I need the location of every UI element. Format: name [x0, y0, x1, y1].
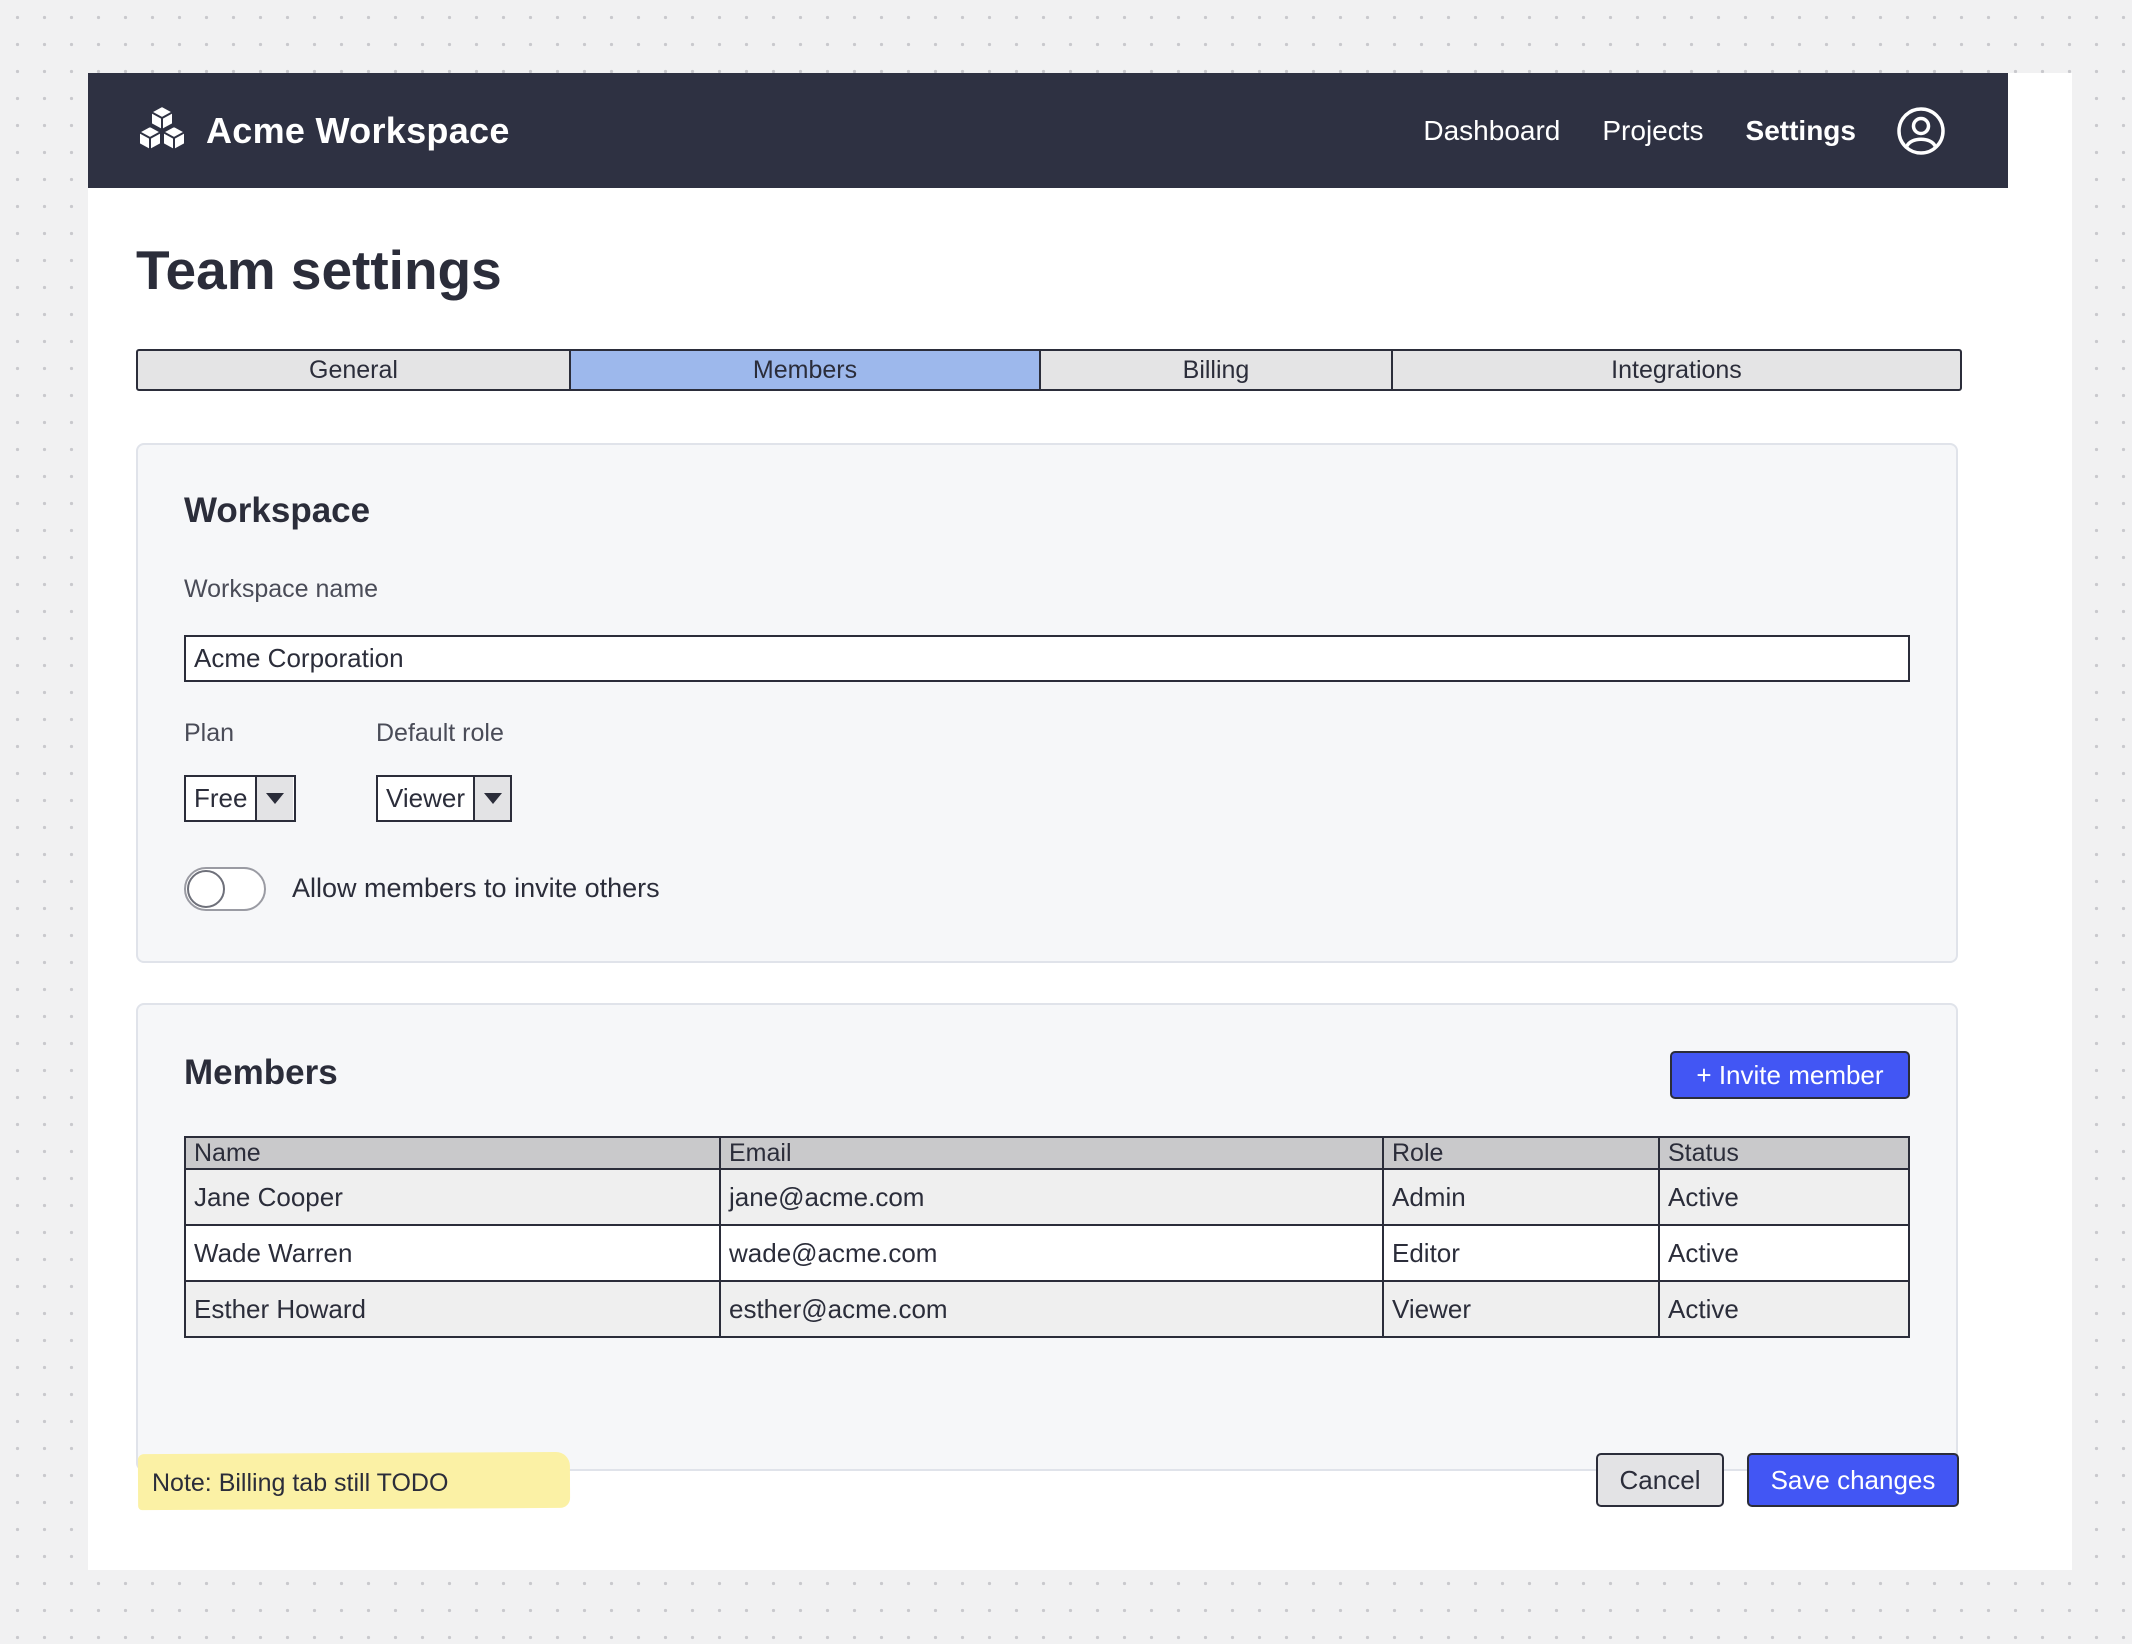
- nav-dashboard[interactable]: Dashboard: [1423, 115, 1560, 147]
- default-role-select-value: Viewer: [386, 783, 466, 813]
- todo-note: Note: Billing tab still TODO: [152, 1469, 449, 1497]
- member-status: Active: [1658, 1280, 1910, 1338]
- member-email: wade@acme.com: [719, 1224, 1384, 1282]
- column-header-email[interactable]: Email: [719, 1136, 1384, 1170]
- invite-others-label: Allow members to invite others: [292, 873, 660, 903]
- chevron-down-icon: [473, 777, 510, 820]
- column-header-role[interactable]: Role: [1382, 1136, 1660, 1170]
- nav-projects[interactable]: Projects: [1602, 115, 1703, 147]
- tab-general[interactable]: General: [138, 351, 571, 389]
- user-circle-icon[interactable]: [1896, 106, 1946, 156]
- member-status: Active: [1658, 1224, 1910, 1282]
- member-role: Editor: [1382, 1224, 1660, 1282]
- member-name: Wade Warren: [184, 1224, 721, 1282]
- cubes-icon: [136, 104, 206, 157]
- main-nav: Dashboard Projects Settings: [1381, 73, 1946, 188]
- plan-select[interactable]: Free: [184, 775, 296, 822]
- member-name: Esther Howard: [184, 1280, 721, 1338]
- tab-members[interactable]: Members: [571, 351, 1041, 389]
- invite-others-toggle[interactable]: [184, 867, 266, 911]
- default-role-select[interactable]: Viewer: [376, 775, 512, 822]
- members-table: Name Email Role Status Jane Cooper jane@…: [184, 1136, 1910, 1338]
- column-header-status[interactable]: Status: [1658, 1136, 1910, 1170]
- settings-tabs: General Members Billing Integrations: [136, 349, 1962, 391]
- chevron-down-icon: [255, 777, 294, 820]
- brand[interactable]: Acme Workspace: [136, 73, 510, 188]
- member-email: jane@acme.com: [719, 1168, 1384, 1226]
- save-changes-button[interactable]: Save changes: [1747, 1453, 1959, 1507]
- member-name: Jane Cooper: [184, 1168, 721, 1226]
- tab-integrations[interactable]: Integrations: [1393, 351, 1960, 389]
- member-email: esther@acme.com: [719, 1280, 1384, 1338]
- cancel-button[interactable]: Cancel: [1596, 1453, 1724, 1507]
- member-status: Active: [1658, 1168, 1910, 1226]
- plan-label: Plan: [184, 719, 235, 747]
- top-navbar: Acme Workspace Dashboard Projects Settin…: [88, 73, 2008, 188]
- brand-name: Acme Workspace: [206, 109, 510, 151]
- plan-select-value: Free: [194, 783, 248, 813]
- workspace-name-input[interactable]: [184, 635, 1910, 682]
- member-role: Admin: [1382, 1168, 1660, 1226]
- tab-billing[interactable]: Billing: [1041, 351, 1393, 389]
- members-panel: Members + Invite member Name Email Role …: [136, 1003, 1958, 1471]
- nav-settings[interactable]: Settings: [1746, 115, 1856, 147]
- member-role: Viewer: [1382, 1280, 1660, 1338]
- workspace-panel: Workspace Workspace name Plan Free Defau…: [136, 443, 1958, 963]
- table-row[interactable]: Esther Howard esther@acme.com Viewer Act…: [184, 1280, 1910, 1338]
- app-window: Acme Workspace Dashboard Projects Settin…: [88, 73, 2072, 1570]
- toggle-knob: [187, 870, 225, 908]
- table-header-row: Name Email Role Status: [184, 1136, 1910, 1170]
- page-title: Team settings: [136, 239, 502, 301]
- column-header-name[interactable]: Name: [184, 1136, 721, 1170]
- invite-member-button[interactable]: + Invite member: [1670, 1051, 1910, 1099]
- table-row[interactable]: Wade Warren wade@acme.com Editor Active: [184, 1224, 1910, 1282]
- workspace-section-title: Workspace: [184, 491, 371, 530]
- default-role-label: Default role: [376, 719, 504, 747]
- members-section-title: Members: [184, 1053, 338, 1092]
- table-row[interactable]: Jane Cooper jane@acme.com Admin Active: [184, 1168, 1910, 1226]
- workspace-name-label: Workspace name: [184, 575, 379, 603]
